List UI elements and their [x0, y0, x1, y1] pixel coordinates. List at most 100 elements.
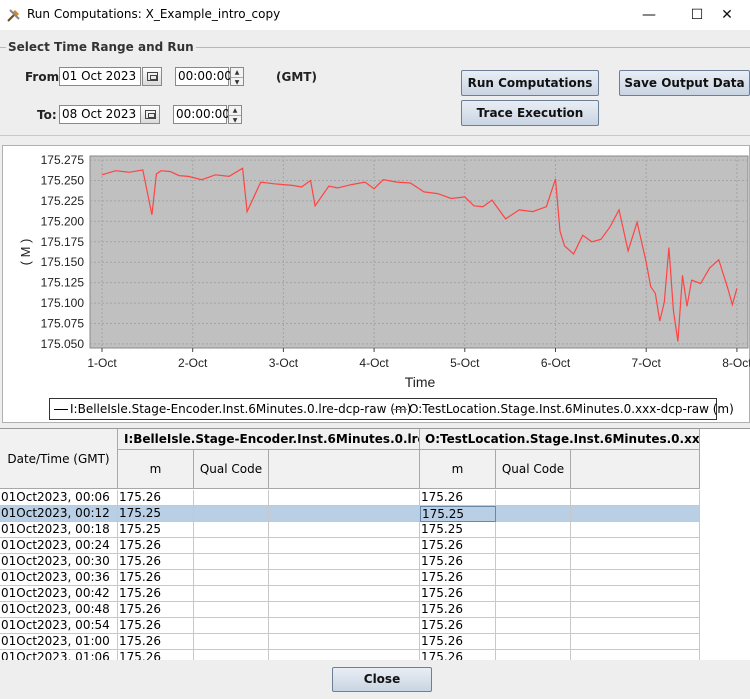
cell-in[interactable]: 175.26: [118, 586, 194, 602]
cell-date[interactable]: 01Oct2023, 00:42: [0, 586, 118, 602]
cell-empty[interactable]: [194, 618, 269, 634]
cell-date[interactable]: 01Oct2023, 00:24: [0, 538, 118, 554]
cell-empty[interactable]: [571, 602, 700, 618]
cell-empty[interactable]: [194, 634, 269, 650]
table-row[interactable]: 01Oct2023, 00:48 175.26 175.26: [0, 602, 700, 618]
input-series-header[interactable]: I:BelleIsle.Stage-Encoder.Inst.6Minutes.…: [118, 429, 420, 450]
cell-date[interactable]: 01Oct2023, 00:54: [0, 618, 118, 634]
to-time-field[interactable]: 00:00:00: [173, 105, 230, 124]
cell-empty[interactable]: [194, 522, 269, 538]
input-unit-header[interactable]: m: [118, 450, 194, 489]
cell-out[interactable]: 175.26: [420, 634, 496, 650]
table-row[interactable]: 01Oct2023, 00:42 175.26 175.26: [0, 586, 700, 602]
cell-empty[interactable]: [496, 554, 571, 570]
spin-up-icon[interactable]: ▲: [229, 106, 241, 115]
cell-out[interactable]: 175.26: [420, 570, 496, 586]
cell-empty[interactable]: [269, 570, 420, 586]
cell-empty[interactable]: [269, 634, 420, 650]
close-button[interactable]: Close: [332, 667, 432, 692]
cell-empty[interactable]: [269, 522, 420, 538]
cell-out[interactable]: 175.26: [420, 554, 496, 570]
cell-in[interactable]: 175.25: [118, 522, 194, 538]
cell-empty[interactable]: [571, 522, 700, 538]
close-window-button[interactable]: ✕: [704, 0, 750, 30]
cell-out[interactable]: 175.25: [420, 506, 496, 522]
trace-execution-button[interactable]: Trace Execution: [461, 100, 599, 126]
output-qual-header[interactable]: Qual Code: [496, 450, 571, 489]
to-calendar-button[interactable]: [140, 105, 160, 124]
table-row[interactable]: 01Oct2023, 00:12 175.25 175.25: [0, 506, 700, 522]
cell-empty[interactable]: [571, 634, 700, 650]
cell-empty[interactable]: [496, 522, 571, 538]
table-row[interactable]: 01Oct2023, 01:00 175.26 175.26: [0, 634, 700, 650]
cell-empty[interactable]: [496, 506, 571, 522]
cell-out[interactable]: 175.25: [420, 522, 496, 538]
cell-empty[interactable]: [496, 586, 571, 602]
run-computations-button[interactable]: Run Computations: [461, 70, 599, 96]
from-date-field[interactable]: 01 Oct 2023: [59, 67, 141, 86]
data-table[interactable]: Date/Time (GMT) I:BelleIsle.Stage-Encode…: [0, 428, 750, 666]
cell-empty[interactable]: [571, 554, 700, 570]
cell-in[interactable]: 175.26: [118, 634, 194, 650]
cell-date[interactable]: 01Oct2023, 00:06: [0, 490, 118, 506]
cell-in[interactable]: 175.26: [118, 570, 194, 586]
cell-empty[interactable]: [496, 538, 571, 554]
cell-date[interactable]: 01Oct2023, 00:18: [0, 522, 118, 538]
spin-down-icon[interactable]: ▼: [231, 77, 243, 86]
table-row[interactable]: 01Oct2023, 00:36 175.26 175.26: [0, 570, 700, 586]
cell-in[interactable]: 175.26: [118, 618, 194, 634]
cell-out[interactable]: 175.26: [420, 586, 496, 602]
cell-empty[interactable]: [571, 570, 700, 586]
minimize-button[interactable]: —: [626, 0, 672, 30]
cell-empty[interactable]: [269, 586, 420, 602]
cell-date[interactable]: 01Oct2023, 00:12: [0, 506, 118, 522]
cell-empty[interactable]: [496, 618, 571, 634]
cell-empty[interactable]: [269, 538, 420, 554]
cell-in[interactable]: 175.25: [118, 506, 194, 522]
cell-empty[interactable]: [194, 602, 269, 618]
cell-empty[interactable]: [496, 490, 571, 506]
table-row[interactable]: 01Oct2023, 00:54 175.26 175.26: [0, 618, 700, 634]
from-calendar-button[interactable]: [142, 67, 162, 86]
input-qual-header[interactable]: Qual Code: [194, 450, 269, 489]
cell-empty[interactable]: [269, 618, 420, 634]
output-unit-header[interactable]: m: [420, 450, 496, 489]
cell-in[interactable]: 175.26: [118, 538, 194, 554]
cell-empty[interactable]: [269, 602, 420, 618]
from-time-spinner[interactable]: ▲ ▼: [230, 67, 244, 86]
save-output-button[interactable]: Save Output Data: [619, 70, 750, 96]
cell-out[interactable]: 175.26: [420, 602, 496, 618]
output-series-header[interactable]: O:TestLocation.Stage.Inst.6Minutes.0.xxx…: [420, 429, 700, 450]
date-column-header[interactable]: Date/Time (GMT): [0, 429, 118, 489]
cell-empty[interactable]: [269, 554, 420, 570]
cell-empty[interactable]: [571, 618, 700, 634]
cell-date[interactable]: 01Oct2023, 00:48: [0, 602, 118, 618]
cell-out[interactable]: 175.26: [420, 618, 496, 634]
table-row[interactable]: 01Oct2023, 00:30 175.26 175.26: [0, 554, 700, 570]
cell-empty[interactable]: [194, 538, 269, 554]
cell-out[interactable]: 175.26: [420, 490, 496, 506]
cell-empty[interactable]: [194, 506, 269, 522]
to-date-field[interactable]: 08 Oct 2023: [59, 105, 141, 124]
cell-empty[interactable]: [496, 570, 571, 586]
cell-date[interactable]: 01Oct2023, 00:30: [0, 554, 118, 570]
cell-empty[interactable]: [269, 506, 420, 522]
table-row[interactable]: 01Oct2023, 00:06 175.26 175.26: [0, 490, 700, 506]
cell-date[interactable]: 01Oct2023, 01:00: [0, 634, 118, 650]
to-time-spinner[interactable]: ▲ ▼: [228, 105, 242, 124]
cell-empty[interactable]: [571, 490, 700, 506]
cell-in[interactable]: 175.26: [118, 602, 194, 618]
cell-in[interactable]: 175.26: [118, 554, 194, 570]
cell-empty[interactable]: [496, 634, 571, 650]
cell-out[interactable]: 175.26: [420, 538, 496, 554]
cell-empty[interactable]: [194, 554, 269, 570]
from-time-field[interactable]: 00:00:00: [175, 67, 232, 86]
cell-empty[interactable]: [194, 586, 269, 602]
spin-up-icon[interactable]: ▲: [231, 68, 243, 77]
cell-date[interactable]: 01Oct2023, 00:36: [0, 570, 118, 586]
table-row[interactable]: 01Oct2023, 00:24 175.26 175.26: [0, 538, 700, 554]
cell-in[interactable]: 175.26: [118, 490, 194, 506]
cell-empty[interactable]: [194, 570, 269, 586]
table-row[interactable]: 01Oct2023, 00:18 175.25 175.25: [0, 522, 700, 538]
spin-down-icon[interactable]: ▼: [229, 115, 241, 124]
